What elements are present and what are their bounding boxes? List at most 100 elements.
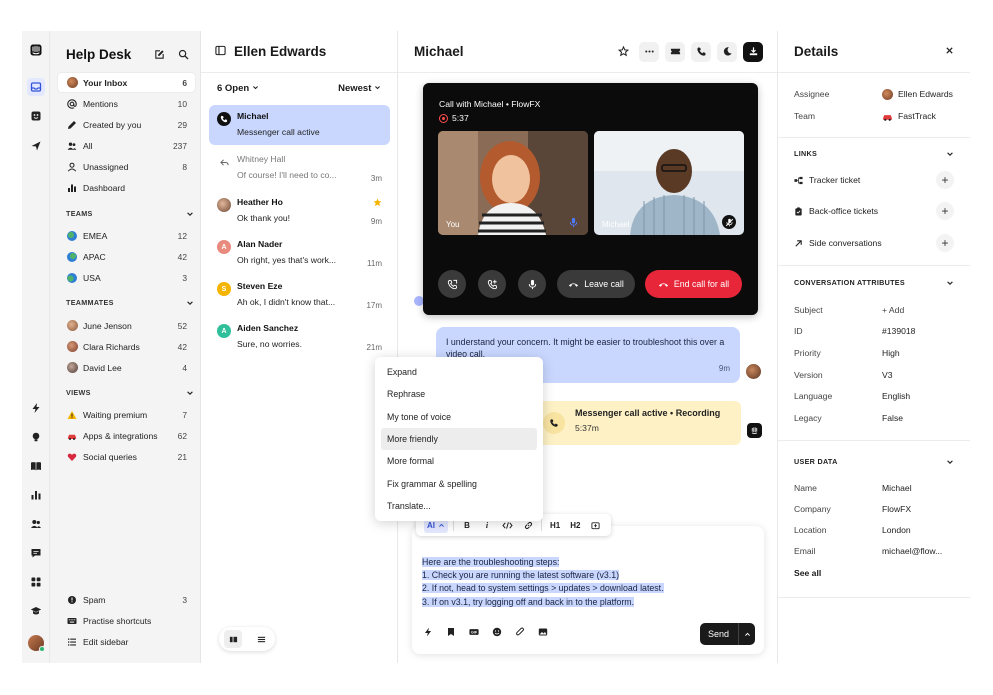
snooze-button[interactable] xyxy=(717,41,737,62)
search-icon[interactable] xyxy=(176,47,190,61)
macro-bolt-icon[interactable] xyxy=(422,626,434,638)
conversation-item-steven[interactable]: S Steven Eze Ah ok, I didn't know that..… xyxy=(209,275,390,315)
sidebar-item-view-social-queries[interactable]: Social queries 21 xyxy=(58,447,195,466)
user-data-section-header[interactable]: USER DATA xyxy=(794,457,954,466)
sidebar-item-teammate-clara[interactable]: Clara Richards 42 xyxy=(58,337,195,356)
add-participant-button[interactable] xyxy=(478,270,506,298)
sidebar-item-created-by-you[interactable]: Created by you 29 xyxy=(58,115,195,134)
user-row-name[interactable]: Name Michael xyxy=(794,481,954,495)
add-link-button[interactable]: + xyxy=(936,202,954,220)
star-button[interactable] xyxy=(613,42,633,62)
conversation-item-whitney[interactable]: Whitney Hall Of course! I'll need to co.… xyxy=(209,148,390,188)
views-section-header[interactable]: VIEWS xyxy=(66,388,194,397)
see-all-link[interactable]: See all xyxy=(794,566,954,580)
conversation-item-aiden[interactable]: A Aiden Sanchez Sure, no worries. 21m xyxy=(209,317,390,357)
user-row-location[interactable]: Location London xyxy=(794,523,954,537)
sidebar-item-team-apac[interactable]: APAC 42 xyxy=(58,247,195,266)
contacts-people-icon[interactable] xyxy=(27,515,45,533)
menu-item-fix-grammar[interactable]: Fix grammar & spelling xyxy=(381,472,537,494)
sidebar-item-teammate-june[interactable]: June Jenson 52 xyxy=(58,316,195,335)
sidebar-item-team-usa[interactable]: USA 3 xyxy=(58,268,195,287)
more-options-button[interactable] xyxy=(639,41,659,62)
attribute-row-language[interactable]: Language English xyxy=(794,389,954,403)
sidebar-item-teammate-david[interactable]: David Lee 4 xyxy=(58,358,195,377)
messages-chat-icon[interactable] xyxy=(27,544,45,562)
send-button[interactable]: Send xyxy=(700,623,755,645)
sidebar-item-edit-sidebar[interactable]: Edit sidebar xyxy=(58,632,195,651)
assignee-row[interactable]: Assignee Ellen Edwards xyxy=(794,87,954,101)
toggle-sidebar-icon[interactable] xyxy=(215,45,226,58)
split-view-icon[interactable] xyxy=(224,630,242,648)
close-icon[interactable] xyxy=(945,46,954,57)
menu-item-more-formal[interactable]: More formal xyxy=(381,450,537,472)
leave-call-button[interactable]: Leave call xyxy=(557,270,635,298)
heading-2-button[interactable]: H2 xyxy=(567,517,583,533)
gif-icon[interactable]: GIF xyxy=(468,626,480,638)
sidebar-item-view-waiting-premium[interactable]: Waiting premium 7 xyxy=(58,405,195,424)
status-filter-dropdown[interactable]: 6 Open xyxy=(217,83,259,94)
attribute-row-id[interactable]: ID #139018 xyxy=(794,324,954,338)
field-value[interactable]: False xyxy=(882,413,903,423)
link-tracker-ticket[interactable]: Tracker ticket + xyxy=(794,171,954,189)
field-value[interactable]: + Add xyxy=(882,305,904,315)
sidebar-item-team-emea[interactable]: EMEA 12 xyxy=(58,226,195,245)
sidebar-item-your-inbox[interactable]: Your Inbox 6 xyxy=(58,73,195,92)
current-user-avatar[interactable] xyxy=(28,635,45,652)
sidebar-item-spam[interactable]: Spam 3 xyxy=(58,590,195,609)
attribute-row-priority[interactable]: Priority High xyxy=(794,346,954,360)
sidebar-item-view-apps-integrations[interactable]: Apps & integrations 62 xyxy=(58,426,195,445)
attachment-icon[interactable] xyxy=(514,626,526,638)
reports-chart-icon[interactable] xyxy=(27,486,45,504)
close-conversation-button[interactable] xyxy=(743,41,763,62)
transfer-call-button[interactable] xyxy=(438,270,466,298)
menu-item-rephrase[interactable]: Rephrase xyxy=(381,383,537,405)
attribute-row-version[interactable]: Version V3 xyxy=(794,368,954,382)
academy-cap-icon[interactable] xyxy=(27,602,45,620)
heading-1-button[interactable]: H1 xyxy=(547,517,563,533)
menu-item-expand[interactable]: Expand xyxy=(381,361,537,383)
list-view-icon[interactable] xyxy=(252,630,270,648)
menu-item-my-tone[interactable]: My tone of voice xyxy=(381,406,537,428)
sidebar-item-dashboard[interactable]: Dashboard xyxy=(58,178,195,197)
intercom-logo-icon[interactable] xyxy=(27,41,45,59)
send-options-button[interactable] xyxy=(738,623,755,645)
link-side-conversations[interactable]: Side conversations + xyxy=(794,234,954,252)
ticket-button[interactable] xyxy=(665,41,685,62)
apps-grid-icon[interactable] xyxy=(27,573,45,591)
fin-bot-icon[interactable] xyxy=(27,107,45,125)
insert-block-button[interactable] xyxy=(587,517,603,533)
ideas-bulb-icon[interactable] xyxy=(27,428,45,446)
user-row-company[interactable]: Company FlowFX xyxy=(794,502,954,516)
field-value[interactable]: English xyxy=(882,391,910,401)
add-link-button[interactable]: + xyxy=(936,234,954,252)
emoji-icon[interactable] xyxy=(491,626,503,638)
image-icon[interactable] xyxy=(537,626,549,638)
attribute-row-legacy[interactable]: Legacy False xyxy=(794,411,954,425)
inbox-icon[interactable] xyxy=(27,78,45,96)
attributes-section-header[interactable]: CONVERSATION ATTRIBUTES xyxy=(794,278,954,287)
teams-section-header[interactable]: TEAMS xyxy=(66,209,194,218)
draft-text[interactable]: Here are the troubleshooting steps: 1. C… xyxy=(422,556,664,609)
link-back-office-tickets[interactable]: Back-office tickets + xyxy=(794,202,954,220)
links-section-header[interactable]: LINKS xyxy=(794,149,954,158)
conversation-item-heather[interactable]: Heather Ho Ok thank you! 9m xyxy=(209,191,390,231)
outbound-send-icon[interactable] xyxy=(27,137,45,155)
article-icon[interactable] xyxy=(445,626,457,638)
add-link-button[interactable]: + xyxy=(936,171,954,189)
mute-button[interactable] xyxy=(518,270,546,298)
star-priority-icon[interactable] xyxy=(373,198,382,209)
user-row-email[interactable]: Email michael@flow... xyxy=(794,544,954,558)
end-call-for-all-button[interactable]: End call for all xyxy=(645,270,742,298)
team-row[interactable]: Team FastTrack xyxy=(794,109,954,123)
reply-composer[interactable]: AI B i H1 H2 Here are the troubleshootin… xyxy=(412,514,764,654)
automation-bolt-icon[interactable] xyxy=(27,399,45,417)
attribute-row-subject[interactable]: Subject + Add xyxy=(794,303,954,317)
conversation-item-michael[interactable]: Michael Messenger call active xyxy=(209,105,390,145)
sort-dropdown[interactable]: Newest xyxy=(338,83,381,94)
field-value[interactable]: High xyxy=(882,348,900,358)
field-value[interactable]: V3 xyxy=(882,370,893,380)
sidebar-item-unassigned[interactable]: Unassigned 8 xyxy=(58,157,195,176)
menu-item-more-friendly[interactable]: More friendly xyxy=(381,427,537,451)
sidebar-item-mentions[interactable]: Mentions 10 xyxy=(58,94,195,113)
compose-icon[interactable] xyxy=(152,47,166,61)
